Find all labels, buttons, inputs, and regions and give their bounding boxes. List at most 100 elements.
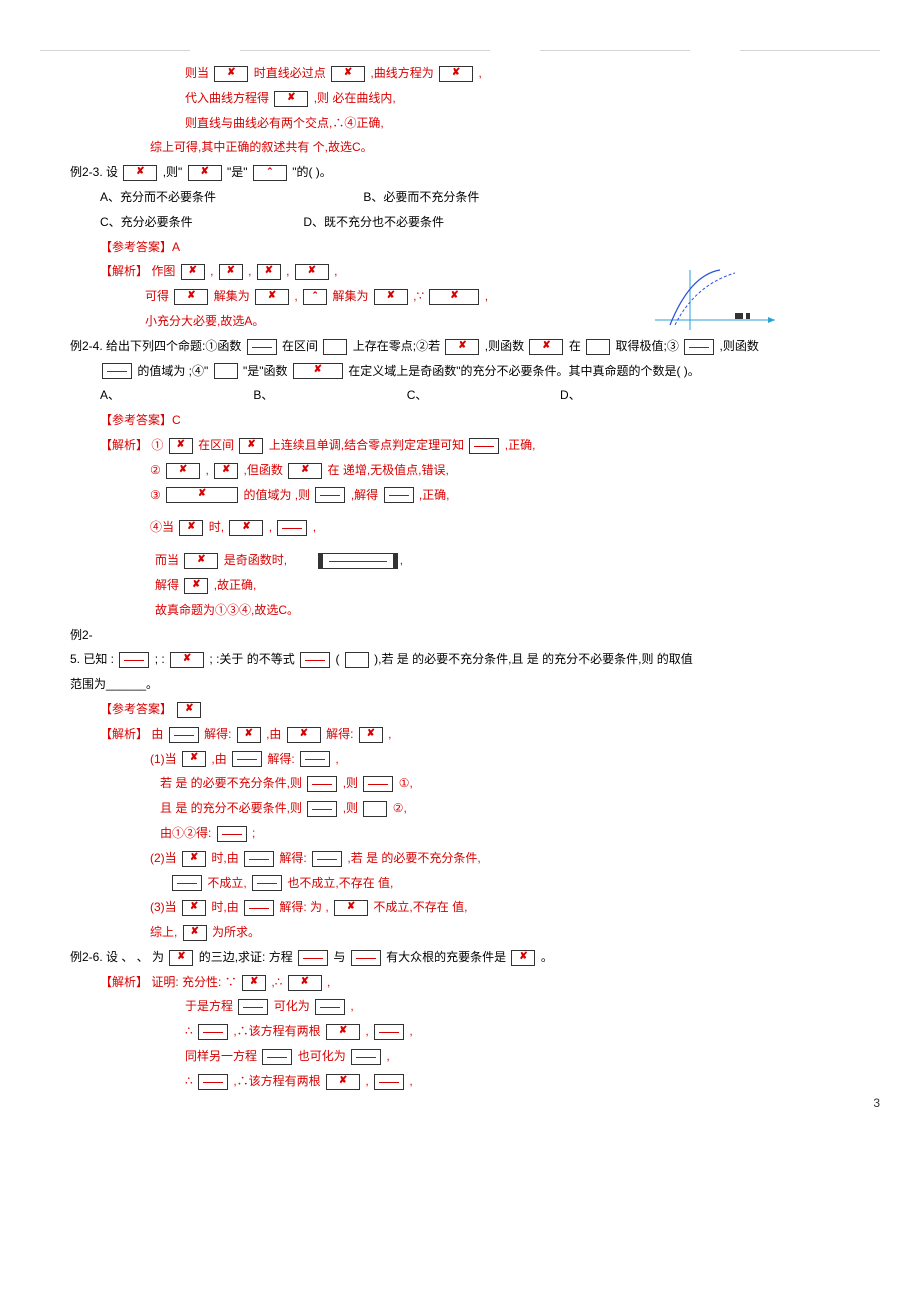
placeholder-icon: [315, 487, 345, 503]
text: ,: [210, 264, 213, 278]
text: ,: [327, 975, 330, 989]
sol-line: 综上可得,其中正确的叙述共有 个,故选C。: [40, 136, 880, 159]
text: 时,: [209, 520, 224, 534]
placeholder-icon: ✘: [177, 702, 201, 718]
placeholder-icon: ✘: [214, 66, 248, 82]
text: 解得:: [279, 851, 306, 865]
placeholder-icon: ✘: [331, 66, 365, 82]
placeholder-icon: [277, 520, 307, 536]
text: ,: [409, 1024, 412, 1038]
text: ,由: [211, 752, 226, 766]
placeholder-icon: [323, 339, 347, 355]
answer-label: 【参考答案】: [100, 240, 172, 254]
text: 。: [541, 950, 553, 964]
text: 在区间: [282, 339, 318, 353]
text: 的值域为 ,则: [243, 488, 310, 502]
placeholder-icon: ✘: [239, 438, 263, 454]
text: 可得: [145, 289, 169, 303]
text: ,则: [343, 801, 358, 815]
placeholder-icon: [217, 826, 247, 842]
example-head: 例2-: [40, 624, 880, 647]
text: 在 递增,无极值点,错误,: [328, 463, 449, 477]
sol-label: 【解析】: [100, 264, 148, 278]
text: 例2-4. 给出下列四个命题:①函数: [70, 339, 241, 353]
solution-line: 不成立, 也不成立,不存在 值,: [40, 872, 880, 895]
text: 取得极值;③: [616, 339, 679, 353]
text: ,则: [343, 776, 358, 790]
option-c: C、: [407, 384, 497, 407]
solution-line: (1)当 ✘ ,由 解得: ,: [40, 748, 880, 771]
solution-line: 故真命题为①③④,故选C。: [40, 599, 880, 622]
answer-value: C: [172, 413, 181, 427]
text: 不成立,不存在 值,: [373, 900, 467, 914]
placeholder-icon: [469, 438, 499, 454]
placeholder-icon: ✘: [274, 91, 308, 107]
placeholder-icon: ✘: [511, 950, 535, 966]
placeholder-icon: [244, 900, 274, 916]
text: ,: [365, 1024, 368, 1038]
text: 有大众根的充要条件是: [386, 950, 506, 964]
placeholder-icon: ✘: [182, 751, 206, 767]
solution-line: ② ✘ , ✘ ,但函数 ✘ 在 递增,无极值点,错误,: [40, 459, 880, 482]
placeholder-icon: ✘: [334, 900, 368, 916]
text: ,: [286, 264, 289, 278]
placeholder-icon: ✘: [242, 975, 266, 991]
text: 解得:: [267, 752, 294, 766]
solution-line: ∴ ,∴该方程有两根 ✘ , ,: [40, 1070, 880, 1093]
placeholder-icon: ✘: [169, 950, 193, 966]
text: ,则": [163, 165, 183, 179]
placeholder-icon: [363, 776, 393, 792]
answer-label: 【参考答案】: [100, 702, 172, 716]
placeholder-icon: ✘: [237, 727, 261, 743]
placeholder-icon: [300, 751, 330, 767]
text: ),若 是 的必要不充分条件,且 是 的充分不必要条件,则 的取值: [374, 652, 693, 666]
text: 为所求。: [212, 925, 260, 939]
text: 解得:: [326, 727, 353, 741]
text: 的三边,求证: 方程: [199, 950, 293, 964]
solution-line: 综上, ✘ 为所求。: [40, 921, 880, 944]
sol-label: 【解析】: [100, 727, 148, 741]
text: ,但函数: [243, 463, 282, 477]
placeholder-icon: [102, 363, 132, 379]
placeholder-icon: ✘: [429, 289, 479, 305]
text: ,∴该方程有两根: [233, 1074, 320, 1088]
text: ,若 是 的必要不充分条件,: [347, 851, 480, 865]
placeholder-icon: [247, 339, 277, 355]
text: ,: [386, 1049, 389, 1063]
text: 范围为______。: [70, 677, 158, 691]
text: ,: [350, 999, 353, 1013]
text: ,: [205, 463, 208, 477]
text: 解集为: [332, 289, 368, 303]
example-stem-line2: 范围为______。: [40, 673, 880, 696]
text: 综上,: [150, 925, 177, 939]
text: ,解得: [351, 488, 378, 502]
text: 同样另一方程: [185, 1049, 257, 1063]
text: ,则函数: [720, 339, 759, 353]
example-stem: 例2-6. 设 、 、 为 ✘ 的三边,求证: 方程 与 有大众根的充要条件是 …: [40, 946, 880, 969]
example-stem: 例2-3. 设 ✘ ,则" ✘ "是" ⌃ "的( )。: [40, 161, 880, 184]
text: ,: [335, 752, 338, 766]
solution-line: 由①②得: ;: [40, 822, 880, 845]
option-a: A、: [100, 384, 190, 407]
text: (: [335, 652, 339, 666]
text: 解集为: [214, 289, 250, 303]
text: ,则: [314, 91, 329, 105]
text: 例2-6. 设 、 、 为: [70, 950, 164, 964]
text: ,: [365, 1074, 368, 1088]
placeholder-icon: [262, 1049, 292, 1065]
text: ∴: [185, 1074, 193, 1088]
header-rule: [40, 50, 880, 51]
placeholder-icon: [119, 652, 149, 668]
placeholder-icon: ✘: [183, 925, 207, 941]
text: 不成立,: [207, 876, 246, 890]
text: 上连续且单调,结合零点判定定理可知: [269, 438, 464, 452]
placeholder-icon: [172, 875, 202, 891]
placeholder-icon: ✘: [214, 463, 238, 479]
placeholder-icon: ⌃: [253, 165, 287, 181]
placeholder-icon: ✘: [374, 289, 408, 305]
example-stem: 5. 已知 : ; : ✘ ; :关于 的不等式 ( ),若 是 的必要不充分条…: [40, 648, 880, 671]
text: ,: [294, 289, 297, 303]
text: (2)当: [150, 851, 177, 865]
placeholder-icon: ✘: [288, 463, 322, 479]
placeholder-icon: ✘: [287, 727, 321, 743]
